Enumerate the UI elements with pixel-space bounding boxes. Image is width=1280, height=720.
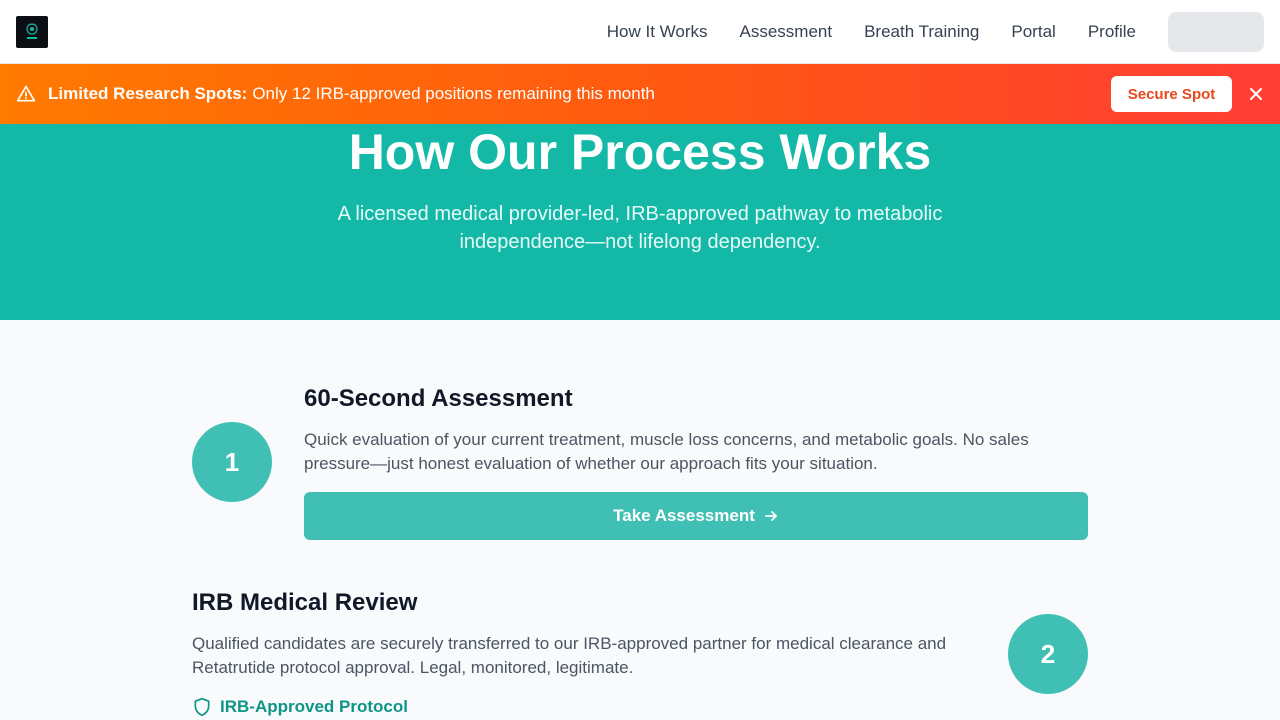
secure-spot-button[interactable]: Secure Spot bbox=[1111, 76, 1232, 112]
take-assessment-button[interactable]: Take Assessment bbox=[304, 492, 1088, 540]
logo-icon bbox=[26, 23, 38, 39]
step-number-1: 1 bbox=[192, 422, 272, 502]
nav-link-breath-training[interactable]: Breath Training bbox=[864, 22, 979, 42]
take-assessment-label: Take Assessment bbox=[613, 506, 755, 525]
nav-link-profile[interactable]: Profile bbox=[1088, 22, 1136, 42]
announcement-banner: Limited Research Spots: Only 12 IRB-appr… bbox=[0, 64, 1280, 124]
page-title: How Our Process Works bbox=[348, 124, 932, 180]
step-description-2: Qualified candidates are securely transf… bbox=[192, 634, 947, 677]
arrow-right-icon bbox=[764, 511, 777, 521]
top-navbar: How It Works Assessment Breath Training … bbox=[0, 0, 1280, 64]
irb-approved-tag: IRB-Approved Protocol bbox=[192, 697, 408, 717]
nav-link-how-it-works[interactable]: How It Works bbox=[607, 22, 708, 42]
step-title-1: 60-Second Assessment bbox=[304, 385, 573, 412]
banner-strong-text: Limited Research Spots: bbox=[48, 84, 248, 103]
nav-link-assessment[interactable]: Assessment bbox=[740, 22, 833, 42]
warning-icon bbox=[16, 85, 36, 102]
banner-message: Limited Research Spots: Only 12 IRB-appr… bbox=[48, 64, 655, 124]
shield-icon bbox=[194, 697, 210, 717]
banner-text: Only 12 IRB-approved positions remaining… bbox=[252, 84, 655, 103]
step-title-2: IRB Medical Review bbox=[192, 589, 418, 616]
hero-section: How Our Process Works A licensed medical… bbox=[0, 124, 1280, 320]
step-number-2: 2 bbox=[1008, 614, 1088, 694]
step-description-1: Quick evaluation of your current treatme… bbox=[304, 430, 1029, 473]
nav-action-button[interactable] bbox=[1168, 12, 1264, 52]
logo[interactable] bbox=[16, 16, 48, 48]
irb-approved-label: IRB-Approved Protocol bbox=[220, 697, 408, 716]
nav-link-portal[interactable]: Portal bbox=[1011, 22, 1055, 42]
hero-subtitle: A licensed medical provider-led, IRB-app… bbox=[337, 203, 943, 253]
nav-links: How It Works Assessment Breath Training … bbox=[575, 0, 1136, 64]
close-icon[interactable] bbox=[1248, 86, 1264, 102]
